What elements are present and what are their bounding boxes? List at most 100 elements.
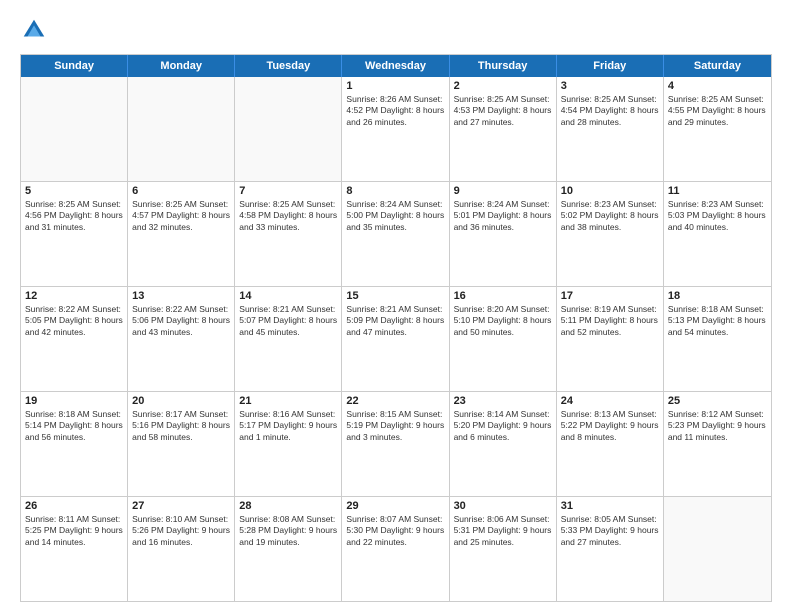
day-info: Sunrise: 8:18 AM Sunset: 5:14 PM Dayligh…: [25, 409, 123, 443]
calendar: SundayMondayTuesdayWednesdayThursdayFrid…: [20, 54, 772, 602]
cal-cell: 19 Sunrise: 8:18 AM Sunset: 5:14 PM Dayli…: [21, 392, 128, 496]
day-info: Sunrise: 8:25 AM Sunset: 4:53 PM Dayligh…: [454, 94, 552, 128]
day-number: 2: [454, 80, 552, 92]
day-info: Sunrise: 8:22 AM Sunset: 5:06 PM Dayligh…: [132, 304, 230, 338]
cal-cell: [21, 77, 128, 181]
header: [20, 16, 772, 44]
day-number: 17: [561, 290, 659, 302]
cal-row-1: 5 Sunrise: 8:25 AM Sunset: 4:56 PM Daylig…: [21, 181, 771, 286]
day-number: 21: [239, 395, 337, 407]
day-number: 8: [346, 185, 444, 197]
cal-cell: 7 Sunrise: 8:25 AM Sunset: 4:58 PM Daylig…: [235, 182, 342, 286]
day-info: Sunrise: 8:26 AM Sunset: 4:52 PM Dayligh…: [346, 94, 444, 128]
day-info: Sunrise: 8:24 AM Sunset: 5:00 PM Dayligh…: [346, 199, 444, 233]
cal-cell: 3Sunrise: 8:25 AM Sunset: 4:54 PM Daylig…: [557, 77, 664, 181]
cal-row-3: 19 Sunrise: 8:18 AM Sunset: 5:14 PM Dayli…: [21, 391, 771, 496]
day-number: 3: [561, 80, 659, 92]
day-number: 22: [346, 395, 444, 407]
day-number: 7: [239, 185, 337, 197]
header-day-thursday: Thursday: [450, 55, 557, 77]
day-number: 9: [454, 185, 552, 197]
header-day-tuesday: Tuesday: [235, 55, 342, 77]
day-number: 10: [561, 185, 659, 197]
day-number: 4: [668, 80, 767, 92]
header-day-monday: Monday: [128, 55, 235, 77]
cal-cell: 22 Sunrise: 8:15 AM Sunset: 5:19 PM Dayli…: [342, 392, 449, 496]
cal-cell: 13 Sunrise: 8:22 AM Sunset: 5:06 PM Dayli…: [128, 287, 235, 391]
cal-cell: 30 Sunrise: 8:06 AM Sunset: 5:31 PM Dayli…: [450, 497, 557, 601]
cal-cell: [664, 497, 771, 601]
day-number: 5: [25, 185, 123, 197]
day-info: Sunrise: 8:11 AM Sunset: 5:25 PM Dayligh…: [25, 514, 123, 548]
day-info: Sunrise: 8:18 AM Sunset: 5:13 PM Dayligh…: [668, 304, 767, 338]
cal-cell: 5 Sunrise: 8:25 AM Sunset: 4:56 PM Daylig…: [21, 182, 128, 286]
cal-cell: 16 Sunrise: 8:20 AM Sunset: 5:10 PM Dayli…: [450, 287, 557, 391]
cal-cell: 8 Sunrise: 8:24 AM Sunset: 5:00 PM Daylig…: [342, 182, 449, 286]
day-info: Sunrise: 8:05 AM Sunset: 5:33 PM Dayligh…: [561, 514, 659, 548]
cal-cell: [128, 77, 235, 181]
cal-row-2: 12Sunrise: 8:22 AM Sunset: 5:05 PM Dayli…: [21, 286, 771, 391]
day-number: 18: [668, 290, 767, 302]
cal-cell: 24Sunrise: 8:13 AM Sunset: 5:22 PM Dayli…: [557, 392, 664, 496]
cal-cell: 31 Sunrise: 8:05 AM Sunset: 5:33 PM Dayli…: [557, 497, 664, 601]
cal-cell: 17 Sunrise: 8:19 AM Sunset: 5:11 PM Dayli…: [557, 287, 664, 391]
day-number: 27: [132, 500, 230, 512]
cal-cell: 18 Sunrise: 8:18 AM Sunset: 5:13 PM Dayli…: [664, 287, 771, 391]
day-number: 31: [561, 500, 659, 512]
cal-row-0: 1 Sunrise: 8:26 AM Sunset: 4:52 PM Daylig…: [21, 77, 771, 181]
cal-cell: 9 Sunrise: 8:24 AM Sunset: 5:01 PM Daylig…: [450, 182, 557, 286]
day-number: 19: [25, 395, 123, 407]
day-number: 13: [132, 290, 230, 302]
day-info: Sunrise: 8:21 AM Sunset: 5:09 PM Dayligh…: [346, 304, 444, 338]
cal-cell: 6 Sunrise: 8:25 AM Sunset: 4:57 PM Daylig…: [128, 182, 235, 286]
day-info: Sunrise: 8:19 AM Sunset: 5:11 PM Dayligh…: [561, 304, 659, 338]
logo: [20, 16, 52, 44]
day-info: Sunrise: 8:23 AM Sunset: 5:02 PM Dayligh…: [561, 199, 659, 233]
cal-cell: 26 Sunrise: 8:11 AM Sunset: 5:25 PM Dayli…: [21, 497, 128, 601]
day-number: 25: [668, 395, 767, 407]
cal-cell: 20Sunrise: 8:17 AM Sunset: 5:16 PM Dayli…: [128, 392, 235, 496]
day-info: Sunrise: 8:07 AM Sunset: 5:30 PM Dayligh…: [346, 514, 444, 548]
day-info: Sunrise: 8:25 AM Sunset: 4:57 PM Dayligh…: [132, 199, 230, 233]
header-day-saturday: Saturday: [664, 55, 771, 77]
day-info: Sunrise: 8:24 AM Sunset: 5:01 PM Dayligh…: [454, 199, 552, 233]
day-number: 29: [346, 500, 444, 512]
day-number: 30: [454, 500, 552, 512]
day-number: 6: [132, 185, 230, 197]
cal-cell: 4 Sunrise: 8:25 AM Sunset: 4:55 PM Daylig…: [664, 77, 771, 181]
day-info: Sunrise: 8:25 AM Sunset: 4:58 PM Dayligh…: [239, 199, 337, 233]
day-number: 1: [346, 80, 444, 92]
logo-icon: [20, 16, 48, 44]
cal-cell: 25 Sunrise: 8:12 AM Sunset: 5:23 PM Dayli…: [664, 392, 771, 496]
day-number: 15: [346, 290, 444, 302]
day-info: Sunrise: 8:10 AM Sunset: 5:26 PM Dayligh…: [132, 514, 230, 548]
cal-cell: 12Sunrise: 8:22 AM Sunset: 5:05 PM Dayli…: [21, 287, 128, 391]
header-day-wednesday: Wednesday: [342, 55, 449, 77]
day-info: Sunrise: 8:15 AM Sunset: 5:19 PM Dayligh…: [346, 409, 444, 443]
day-number: 16: [454, 290, 552, 302]
cal-cell: 2 Sunrise: 8:25 AM Sunset: 4:53 PM Daylig…: [450, 77, 557, 181]
day-info: Sunrise: 8:17 AM Sunset: 5:16 PM Dayligh…: [132, 409, 230, 443]
cal-cell: 21Sunrise: 8:16 AM Sunset: 5:17 PM Dayli…: [235, 392, 342, 496]
day-info: Sunrise: 8:21 AM Sunset: 5:07 PM Dayligh…: [239, 304, 337, 338]
cal-cell: 28Sunrise: 8:08 AM Sunset: 5:28 PM Dayli…: [235, 497, 342, 601]
day-number: 26: [25, 500, 123, 512]
day-info: Sunrise: 8:06 AM Sunset: 5:31 PM Dayligh…: [454, 514, 552, 548]
day-info: Sunrise: 8:25 AM Sunset: 4:55 PM Dayligh…: [668, 94, 767, 128]
cal-cell: 23Sunrise: 8:14 AM Sunset: 5:20 PM Dayli…: [450, 392, 557, 496]
day-info: Sunrise: 8:22 AM Sunset: 5:05 PM Dayligh…: [25, 304, 123, 338]
header-day-friday: Friday: [557, 55, 664, 77]
day-info: Sunrise: 8:13 AM Sunset: 5:22 PM Dayligh…: [561, 409, 659, 443]
cal-row-4: 26 Sunrise: 8:11 AM Sunset: 5:25 PM Dayli…: [21, 496, 771, 601]
day-info: Sunrise: 8:25 AM Sunset: 4:56 PM Dayligh…: [25, 199, 123, 233]
page: SundayMondayTuesdayWednesdayThursdayFrid…: [0, 0, 792, 612]
cal-cell: 11Sunrise: 8:23 AM Sunset: 5:03 PM Dayli…: [664, 182, 771, 286]
header-day-sunday: Sunday: [21, 55, 128, 77]
day-info: Sunrise: 8:23 AM Sunset: 5:03 PM Dayligh…: [668, 199, 767, 233]
cal-cell: 14Sunrise: 8:21 AM Sunset: 5:07 PM Dayli…: [235, 287, 342, 391]
calendar-header: SundayMondayTuesdayWednesdayThursdayFrid…: [21, 55, 771, 77]
day-info: Sunrise: 8:20 AM Sunset: 5:10 PM Dayligh…: [454, 304, 552, 338]
day-info: Sunrise: 8:12 AM Sunset: 5:23 PM Dayligh…: [668, 409, 767, 443]
calendar-body: 1 Sunrise: 8:26 AM Sunset: 4:52 PM Daylig…: [21, 77, 771, 601]
day-number: 28: [239, 500, 337, 512]
